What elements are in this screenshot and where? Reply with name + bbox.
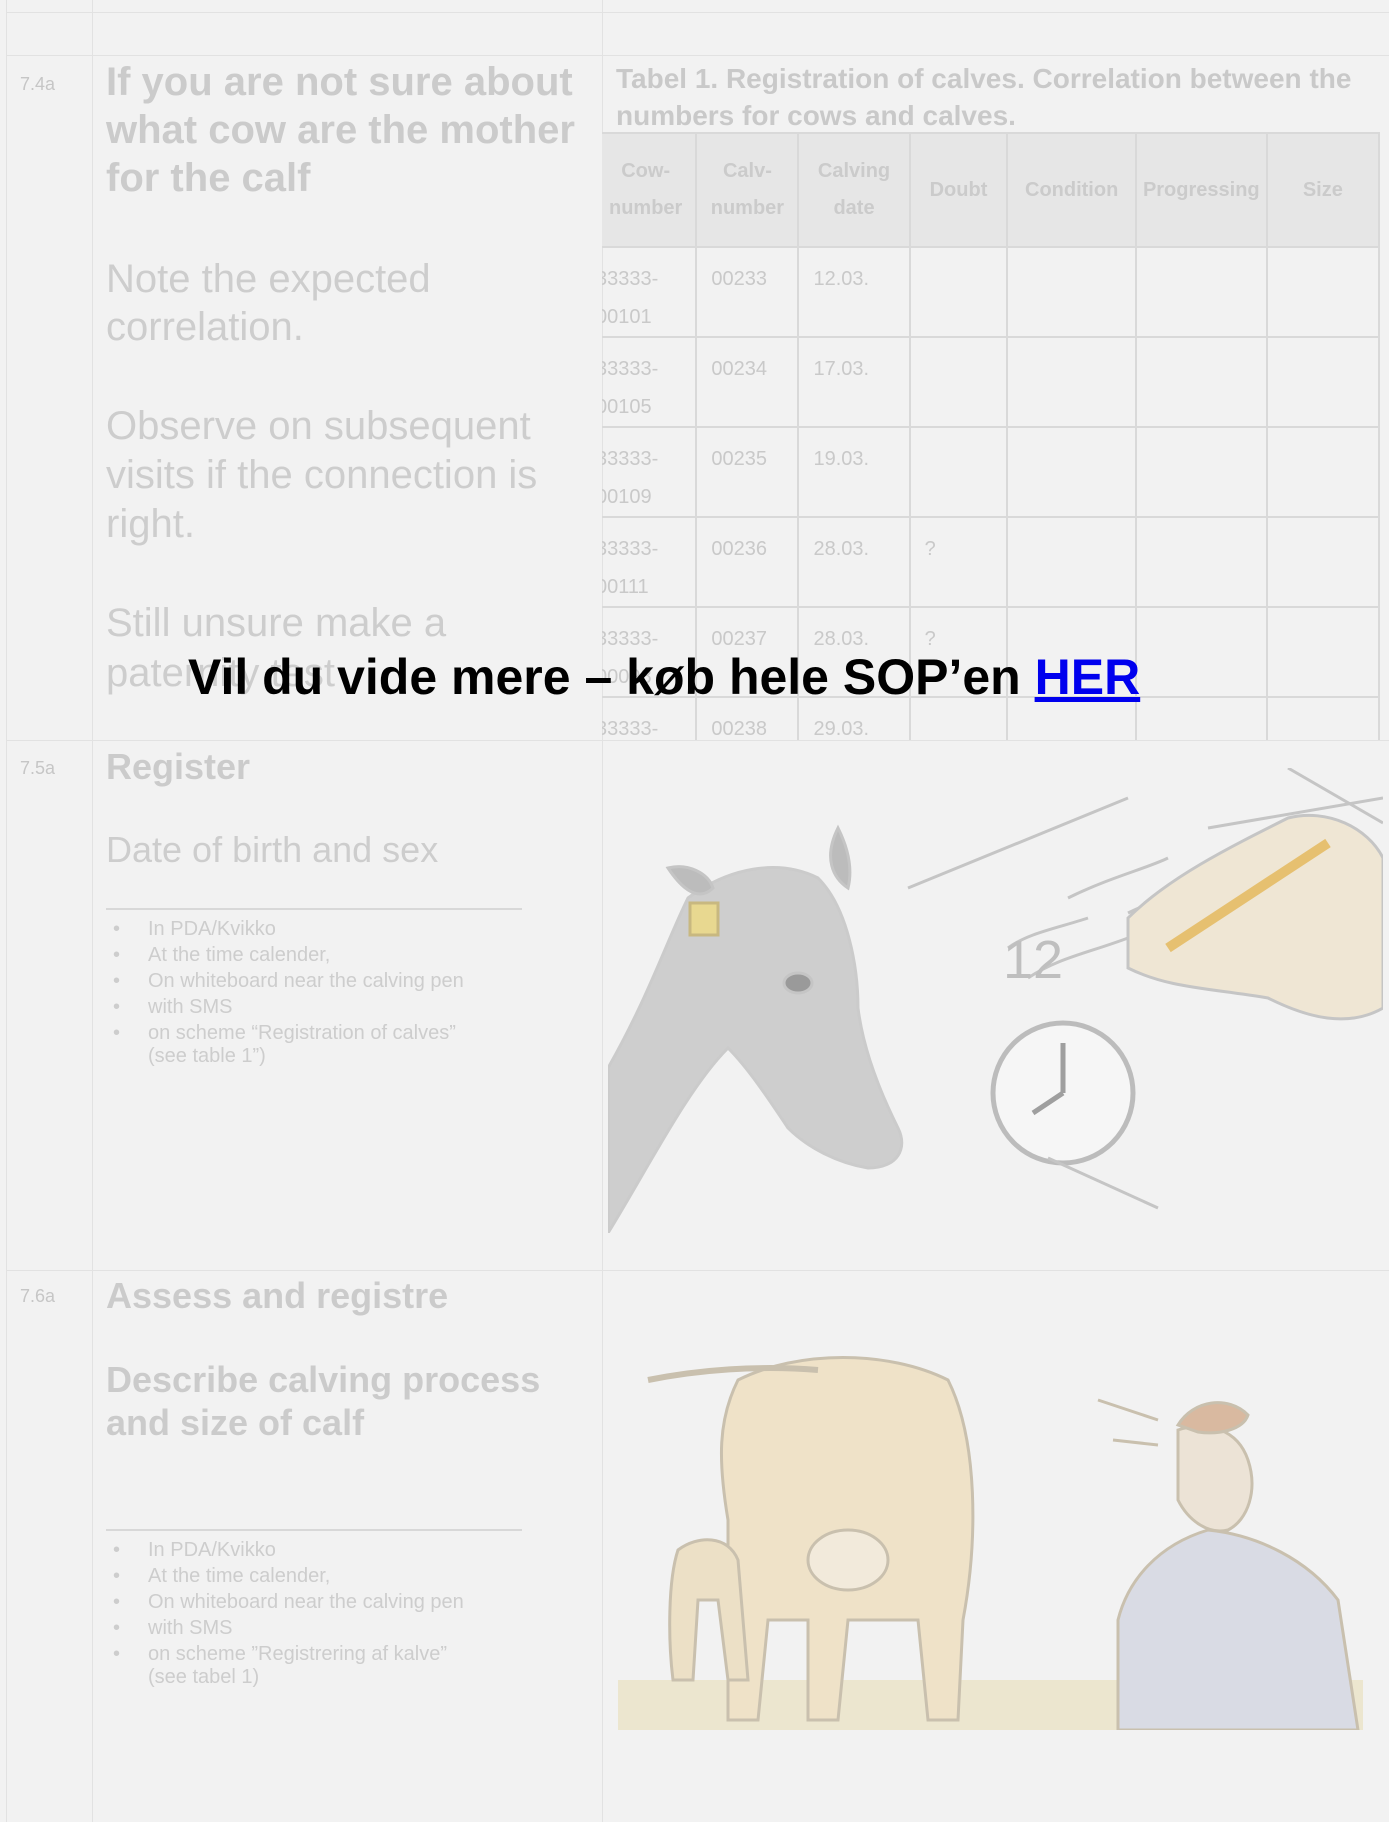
bullet-item: In PDA/Kvikko [106, 1537, 464, 1563]
bullet-list: In PDA/KvikkoAt the time calender,On whi… [106, 916, 464, 1046]
step-paragraph: Observe on subsequent visits if the conn… [106, 404, 538, 546]
step-heading: Assess and registre [106, 1275, 449, 1316]
table-cell: 33333-00111 [602, 516, 698, 608]
table-header: Doubt [908, 132, 1009, 248]
table-cell [1006, 246, 1137, 338]
grid-line [92, 0, 93, 1822]
step-number: 7.4a [20, 74, 56, 94]
grid-line [6, 0, 7, 1822]
table-cell: 17.03. [797, 336, 911, 428]
table-cell [1006, 336, 1137, 428]
table-header: Condition [1006, 132, 1137, 248]
table-cell: 00236 [695, 516, 800, 608]
promo-text: Vil du vide mere – køb hele SOP’en [188, 649, 1035, 705]
step-subheading: Date of birth and sex [106, 829, 439, 870]
table-header: Size [1265, 132, 1381, 248]
bullet-item: with SMS [106, 1615, 464, 1641]
step-heading: If you are not sure about what cow are t… [106, 60, 575, 200]
table-cell [1265, 516, 1381, 608]
table-row: 33333-001010023312.03. [602, 246, 1381, 338]
bullet-item: on scheme ”Registrering af kalve” [106, 1641, 464, 1667]
table-cell [1265, 696, 1381, 740]
bullet-list: In PDA/KvikkoAt the time calender,On whi… [106, 1537, 464, 1667]
bullet-item: In PDA/Kvikko [106, 916, 464, 942]
table-cell [1265, 246, 1381, 338]
table-cell: 19.03. [797, 426, 911, 518]
table-row: 33333-001090023519.03. [602, 426, 1381, 518]
table-cell [1265, 336, 1381, 428]
table-cell: 33333-00105 [602, 336, 698, 428]
step-number: 7.5a [20, 758, 56, 778]
table-cell: 28.03. [797, 516, 911, 608]
table-cell [1006, 426, 1137, 518]
table-cell: 00234 [695, 336, 800, 428]
divider [106, 1529, 522, 1531]
table-header: Cow-number [602, 132, 698, 248]
table-cell [1265, 426, 1381, 518]
table-cell [1006, 516, 1137, 608]
table-header: Calving date [797, 132, 911, 248]
bullet-note: (see tabel 1) [148, 1666, 260, 1688]
bullet-item: on scheme “Registration of calves” [106, 1020, 464, 1046]
registration-illustration: 12 [608, 768, 1383, 1233]
table-cell: ? [908, 516, 1009, 608]
table-header: Progressing [1134, 132, 1268, 248]
step-heading: Register [106, 746, 251, 787]
table-cell [1134, 246, 1268, 338]
step-paragraph: Note the expected correlation. [106, 257, 431, 349]
table-cell [1134, 696, 1268, 740]
table-cell [908, 246, 1009, 338]
table-cell [1134, 606, 1268, 698]
bullet-item: On whiteboard near the calving pen [106, 968, 464, 994]
table-cell [1134, 336, 1268, 428]
bullet-item: with SMS [106, 994, 464, 1020]
table-row: 33333-001050023417.03. [602, 336, 1381, 428]
bullet-item: On whiteboard near the calving pen [106, 1589, 464, 1615]
assessment-illustration [618, 1356, 1363, 1730]
table-cell: 33333-00101 [602, 246, 698, 338]
table-cell [908, 426, 1009, 518]
table-cell: 33333-00109 [602, 426, 698, 518]
grid-line [6, 1270, 1389, 1271]
bullet-item: At the time calender, [106, 1563, 464, 1589]
table-title: Tabel 1. Registration of calves. Correla… [616, 63, 1352, 131]
promo-banner: Vil du vide mere – køb hele SOP’en HER [188, 648, 1140, 706]
table-header: Calv-number [695, 132, 800, 248]
divider [106, 908, 522, 910]
grid-line [6, 740, 1389, 741]
bullet-item: At the time calender, [106, 942, 464, 968]
bullet-note: (see table 1”) [148, 1045, 266, 1067]
table-cell [1134, 426, 1268, 518]
buy-link[interactable]: HER [1035, 649, 1141, 705]
table-cell: 12.03. [797, 246, 911, 338]
table-cell: 00235 [695, 426, 800, 518]
table-cell [908, 336, 1009, 428]
table-cell: 00233 [695, 246, 800, 338]
step-subheading: Describe calving process and size of cal… [106, 1359, 541, 1443]
table-cell [1134, 516, 1268, 608]
table-cell [1265, 606, 1381, 698]
grid-line [6, 55, 1389, 56]
table-row: 33333-001110023628.03.? [602, 516, 1381, 608]
svg-text:12: 12 [1003, 930, 1063, 990]
step-number: 7.6a [20, 1286, 56, 1306]
grid-line [6, 12, 1389, 13]
